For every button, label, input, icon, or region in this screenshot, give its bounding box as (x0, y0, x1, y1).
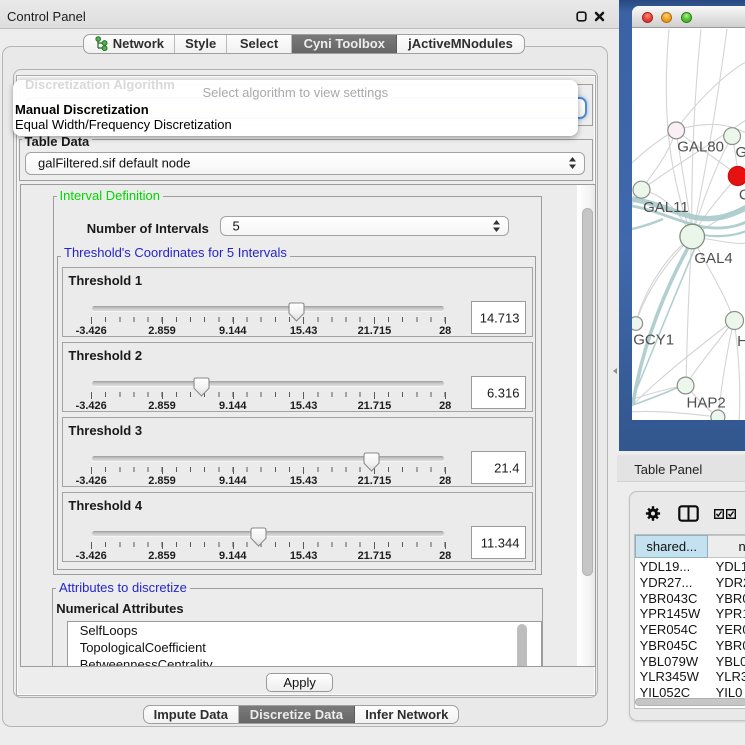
svg-text:GCY1: GCY1 (633, 332, 674, 349)
svg-text:GAL11: GAL11 (643, 199, 689, 216)
svg-text:GA: GA (735, 144, 745, 161)
svg-text:C: C (738, 187, 744, 204)
svg-text:GAL80: GAL80 (677, 139, 724, 156)
svg-text:GAL4: GAL4 (694, 250, 732, 267)
svg-text:H: H (737, 333, 745, 350)
svg-text:HAP2: HAP2 (686, 395, 725, 412)
